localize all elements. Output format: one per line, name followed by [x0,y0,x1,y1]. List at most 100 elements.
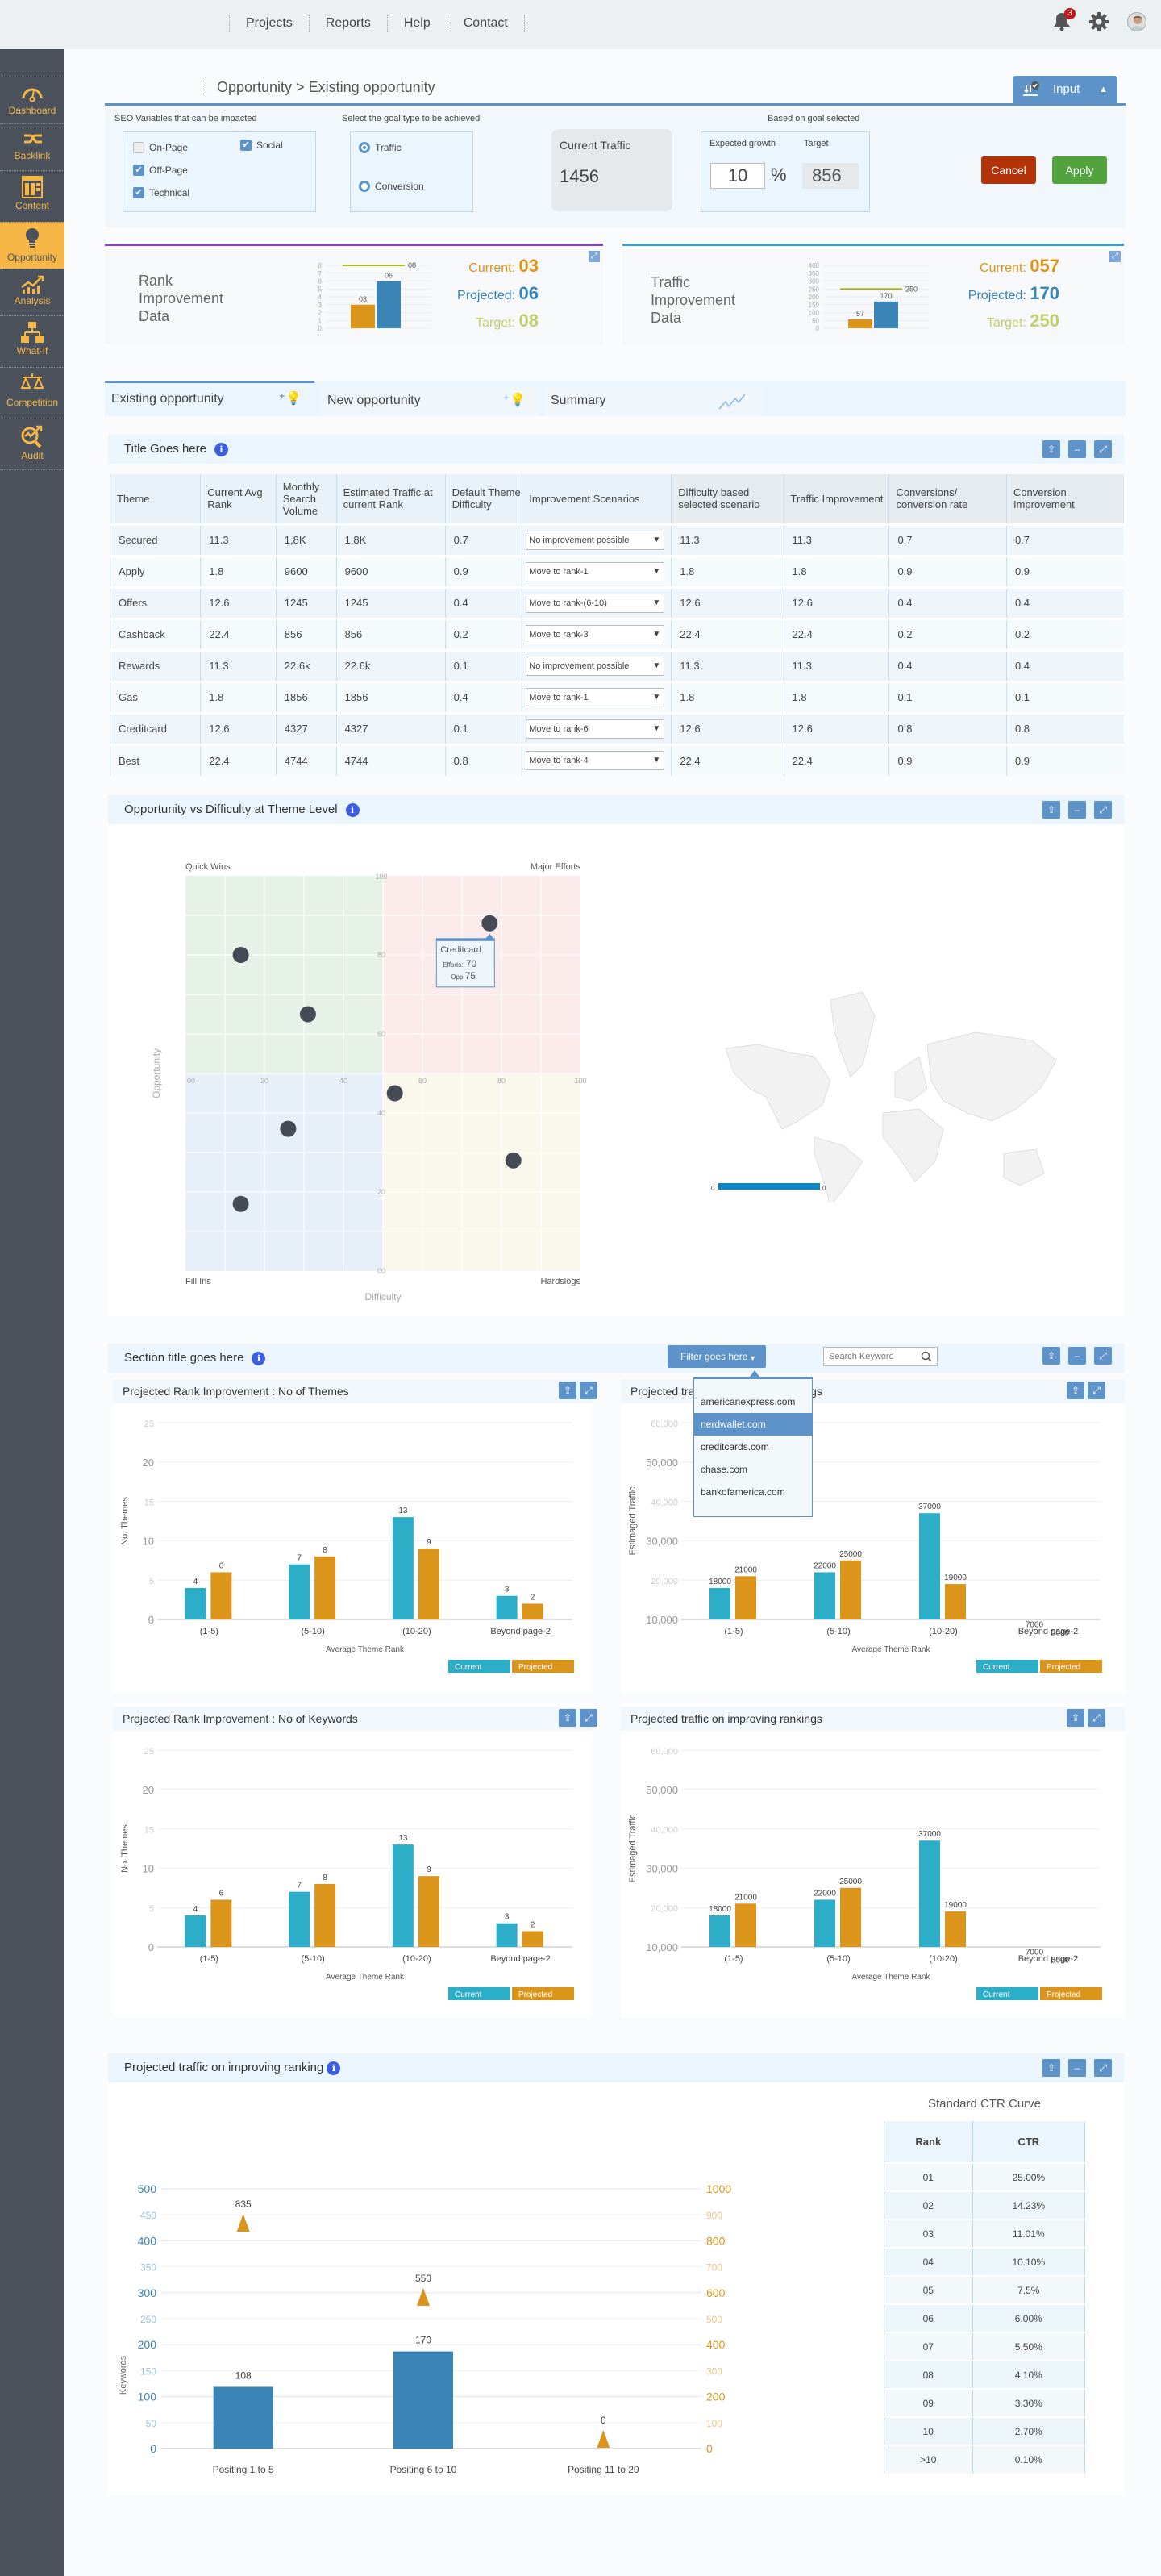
dropdown-option-selected[interactable]: nerdwallet.com [694,1413,812,1436]
info-icon[interactable]: i [214,442,228,456]
tab-existing-opportunity[interactable]: Existing opportunity ⁺💡 [105,381,314,416]
dropdown-option[interactable]: americanexpress.com [694,1390,812,1413]
export-button[interactable]: ⇪ [1067,1709,1084,1727]
expand-button[interactable]: ⤢ [1094,801,1112,819]
expand-button[interactable]: ⤢ [1094,1347,1112,1365]
collapse-button[interactable]: – [1068,801,1086,819]
export-button[interactable]: ⇪ [1042,440,1060,458]
bar-current[interactable] [289,1891,310,1947]
improvement-scenario-select[interactable]: No improvement possible [526,530,665,550]
bar-projected[interactable] [314,1883,336,1947]
bar-current[interactable] [710,1915,730,1947]
radio-traffic[interactable]: Traffic [359,142,402,153]
expand-button[interactable]: ⤢ [1094,440,1112,458]
improvement-scenario-select[interactable]: No improvement possible [526,656,665,676]
bar-projected[interactable] [522,1603,543,1619]
input-toggle-button[interactable]: Input ▲ [1013,76,1117,103]
dropdown-option[interactable]: creditcards.com [694,1436,812,1458]
bar-projected[interactable] [945,1584,966,1619]
bar-keywords[interactable] [213,2386,273,2449]
bar-current[interactable] [496,1923,518,1947]
info-icon[interactable]: i [252,1351,266,1365]
expand-button[interactable]: ⤢ [1088,1709,1105,1727]
export-button[interactable]: ⇪ [1042,2059,1060,2077]
bar-projected[interactable] [522,1931,543,1947]
improvement-scenario-select[interactable]: Move to rank-1 [526,561,665,581]
info-icon[interactable]: i [345,802,360,817]
nav-reports[interactable]: Reports [308,15,387,32]
bar-current[interactable] [496,1595,518,1619]
traffic-marker[interactable] [417,2287,430,2306]
sidebar-item-backlink[interactable]: Backlink [0,123,64,170]
expand-button[interactable]: ⤢ [580,1709,597,1727]
checkbox-social[interactable]: ✔ Social [240,140,283,151]
sidebar-item-what-if[interactable]: What-If [0,315,64,367]
bar-projected[interactable] [314,1556,336,1619]
bar-projected[interactable] [210,1899,232,1947]
export-button[interactable]: ⇪ [1042,1347,1060,1365]
bar-current[interactable] [814,1899,835,1947]
bar-current[interactable] [289,1564,310,1619]
scatter-point[interactable] [481,915,498,932]
scatter-point[interactable] [232,947,249,963]
checkbox-on-page[interactable]: On-Page [133,142,188,153]
gear-icon[interactable] [1088,11,1109,32]
nav-contact[interactable]: Contact [446,15,525,32]
checkbox-technical[interactable]: ✔ Technical [133,187,189,198]
info-icon[interactable]: i [327,2061,341,2075]
bar-current[interactable] [710,1587,730,1619]
bar-projected[interactable] [210,1572,232,1619]
radio-conversion[interactable]: Conversion [359,181,424,192]
bar-current[interactable] [919,1513,940,1619]
collapse-button[interactable]: – [1068,2059,1086,2077]
bar-current[interactable] [185,1587,206,1619]
expand-icon[interactable]: ⤢ [1109,251,1121,262]
improvement-scenario-select[interactable]: Move to rank-6 [526,719,665,739]
sidebar-item-dashboard[interactable]: Dashboard [0,77,64,123]
export-button[interactable]: ⇪ [1042,801,1060,819]
checkbox-off-page[interactable]: ✔ Off-Page [133,165,188,176]
traffic-marker[interactable] [236,2214,250,2232]
bar-projected[interactable] [418,1876,439,1947]
notifications-button[interactable]: 3 [1053,8,1076,32]
search-keyword-field[interactable] [823,1347,938,1366]
expand-button[interactable]: ⤢ [1088,1382,1105,1399]
bar-current[interactable] [185,1915,206,1947]
bar-projected[interactable] [418,1549,439,1619]
bar-keywords[interactable] [393,2351,453,2449]
scatter-point[interactable] [280,1120,297,1137]
scatter-point[interactable] [232,1195,249,1212]
collapse-button[interactable]: – [1068,1347,1086,1365]
scatter-point[interactable] [386,1085,403,1102]
bar-current[interactable] [814,1572,835,1619]
bar-current[interactable] [919,1840,940,1947]
search-input[interactable] [824,1348,913,1365]
apply-button[interactable]: Apply [1052,156,1107,184]
improvement-scenario-select[interactable]: Move to rank-3 [526,624,665,644]
sidebar-item-competition[interactable]: Competition [0,367,64,419]
bar-projected[interactable] [840,1560,861,1619]
filter-dropdown-button[interactable]: Filter goes here ▼ [668,1345,766,1368]
expand-icon[interactable]: ⤢ [589,251,600,262]
sidebar-item-analysis[interactable]: Analysis [0,269,64,315]
traffic-marker[interactable] [597,2430,610,2448]
tab-summary[interactable]: Summary [544,386,762,416]
sidebar-item-content[interactable]: Content [0,170,64,222]
expected-growth-input[interactable] [710,163,765,189]
search-icon[interactable] [921,1351,932,1362]
sidebar-item-audit[interactable]: Audit [0,419,64,470]
export-button[interactable]: ⇪ [1067,1382,1084,1399]
dropdown-option[interactable]: bankofamerica.com [694,1481,812,1503]
dropdown-option[interactable]: chase.com [694,1458,812,1481]
improvement-scenario-select[interactable]: Move to rank-1 [526,687,665,707]
collapse-button[interactable]: – [1068,440,1086,458]
bar-projected[interactable] [735,1576,756,1619]
nav-projects[interactable]: Projects [229,15,309,32]
bar-projected[interactable] [945,1911,966,1947]
scatter-point[interactable] [299,1006,316,1023]
cancel-button[interactable]: Cancel [981,156,1036,184]
export-button[interactable]: ⇪ [559,1382,576,1399]
export-button[interactable]: ⇪ [559,1709,576,1727]
nav-help[interactable]: Help [386,15,447,32]
bar-current[interactable] [392,1844,414,1947]
